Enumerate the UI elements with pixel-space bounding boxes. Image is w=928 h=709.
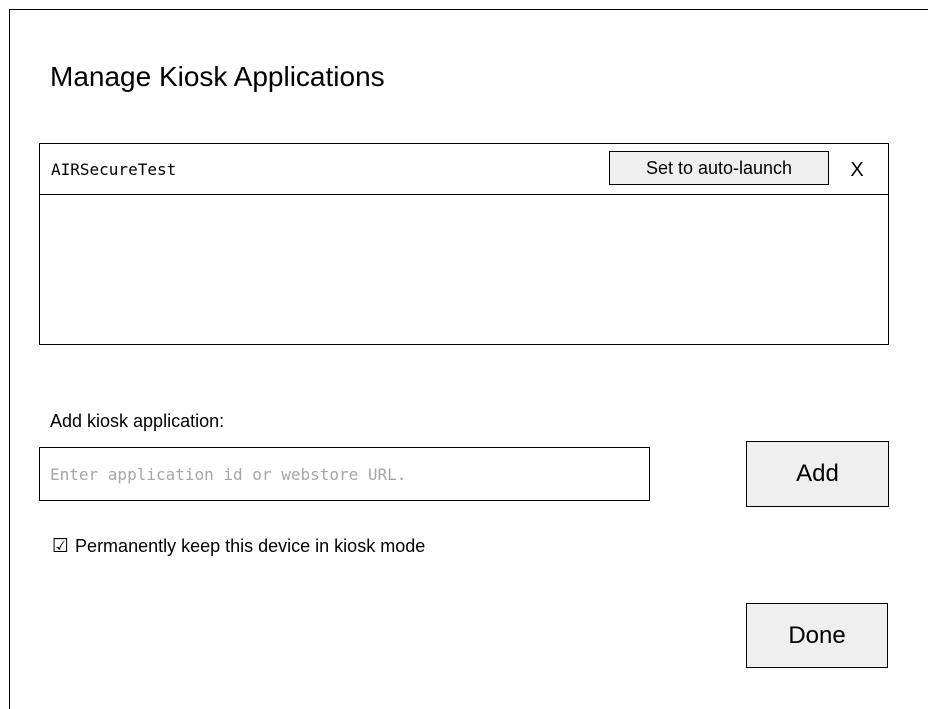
set-auto-launch-button[interactable]: Set to auto-launch (609, 151, 829, 185)
checkbox-checked-icon[interactable]: ☑ (52, 534, 69, 558)
remove-app-button[interactable]: X (846, 158, 868, 182)
add-app-label: Add kiosk application: (50, 411, 225, 431)
keep-kiosk-checkbox[interactable]: ☑ Permanently keep this device in kiosk … (52, 533, 425, 559)
app-id-input[interactable] (39, 447, 650, 501)
dialog-title: Manage Kiosk Applications (50, 61, 385, 92)
add-button[interactable]: Add (746, 441, 889, 507)
app-name: AIRSecureTest (51, 160, 177, 179)
keep-kiosk-label: Permanently keep this device in kiosk mo… (75, 536, 426, 556)
kiosk-app-list: AIRSecureTest Set to auto-launch X (39, 143, 889, 345)
kiosk-app-row: AIRSecureTest Set to auto-launch X (40, 144, 888, 195)
done-button[interactable]: Done (746, 603, 888, 668)
